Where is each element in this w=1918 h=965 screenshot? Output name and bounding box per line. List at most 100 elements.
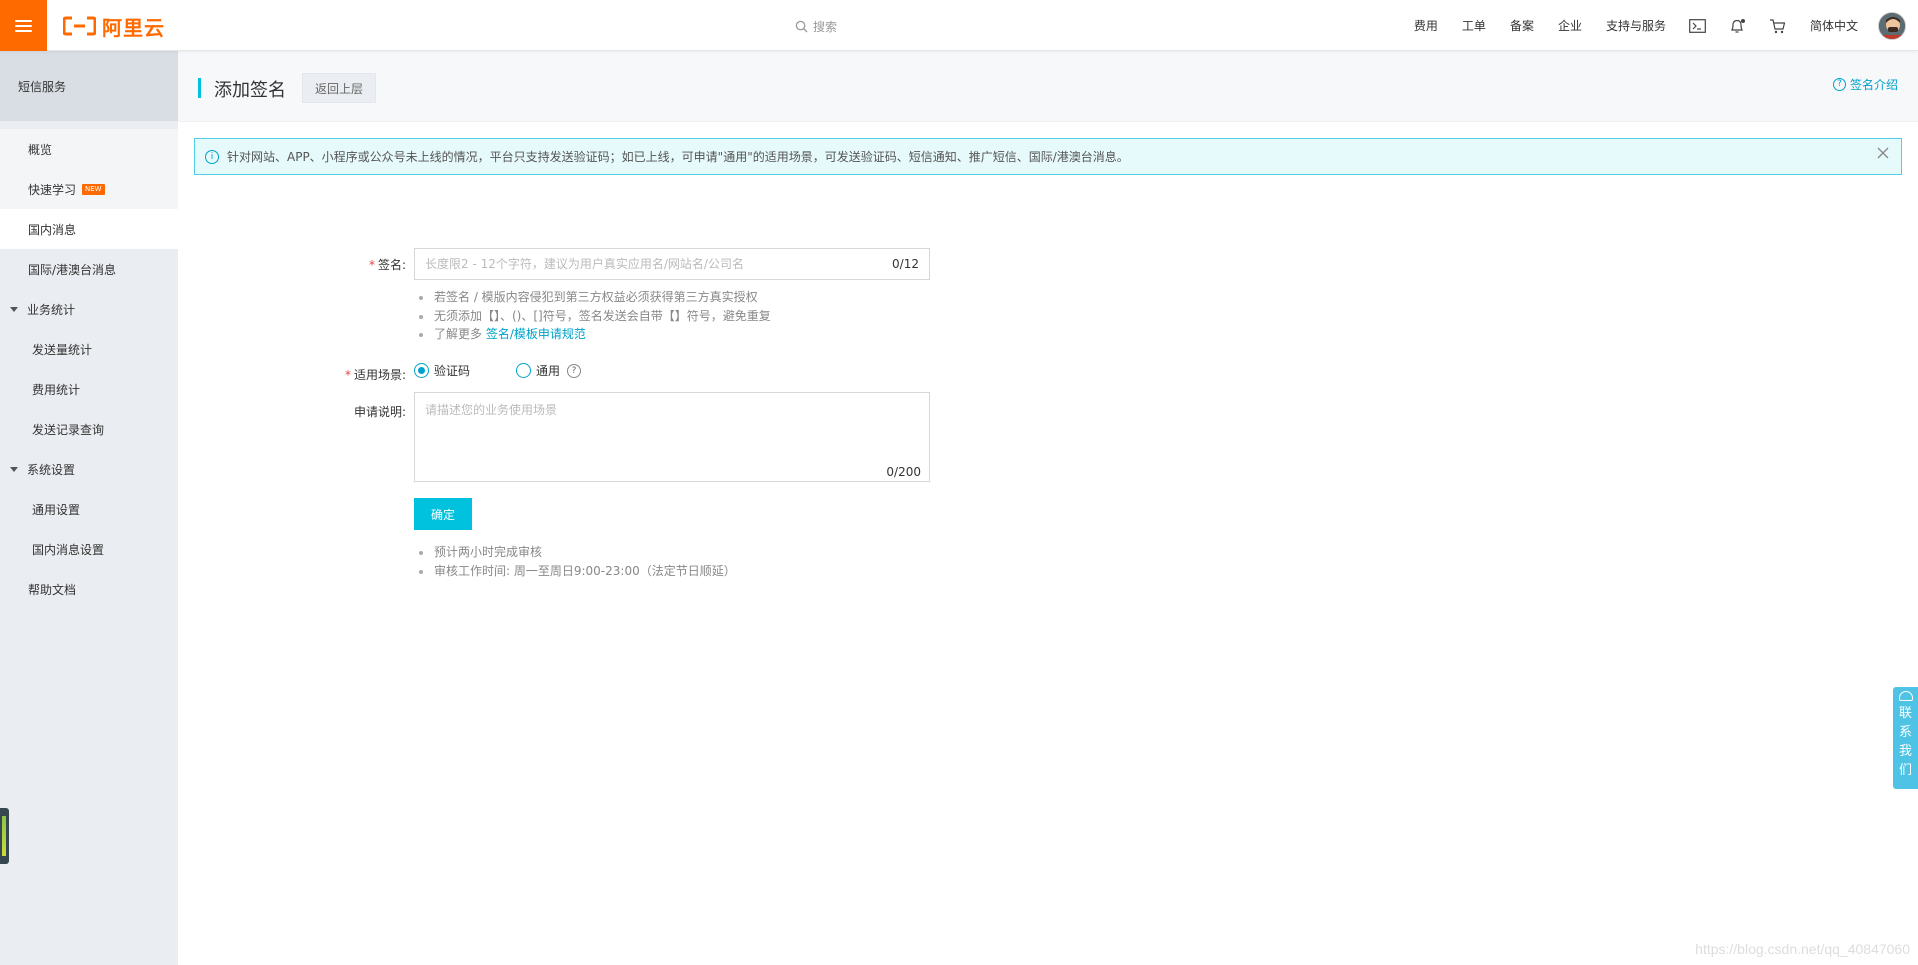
contact-char: 联	[1898, 706, 1912, 721]
radio-label: 通用	[536, 364, 561, 378]
sidebar-item-label: 国内消息	[28, 222, 77, 237]
description-label: 申请说明:	[178, 403, 406, 420]
signature-input[interactable]	[425, 257, 893, 271]
scenario-label-text: 适用场景:	[353, 368, 406, 382]
page-title: 添加签名	[214, 80, 286, 101]
sidebar-item-label: 发送量统计	[32, 342, 93, 357]
back-button[interactable]: 返回上层	[302, 73, 377, 103]
sidebar-item-general-settings[interactable]: 通用设置	[0, 489, 178, 529]
aliyun-logo-icon	[63, 16, 96, 36]
confirm-button[interactable]: 确定	[414, 498, 472, 530]
top-bar: 阿里云 搜索 费用 工单 备案 企业 支持与服务 简体中文	[0, 0, 1918, 51]
info-icon: i	[205, 149, 219, 164]
main-content: 添加签名 返回上层 ? 签名介绍 i 针对网站、APP、小程序或公众号未上线的情…	[178, 51, 1918, 965]
sidebar-item-send-stats[interactable]: 发送量统计	[0, 329, 178, 369]
tip-more-prefix: 了解更多	[434, 327, 483, 341]
sidebar-item-label: 国际/港澳台消息	[28, 262, 117, 277]
caret-down-icon	[10, 466, 18, 472]
signature-counter: 0/12	[892, 257, 919, 271]
new-badge: NEW	[82, 183, 105, 195]
description-label-text: 申请说明:	[353, 405, 406, 419]
terminal-icon[interactable]	[1678, 0, 1718, 51]
notice-text: 针对网站、APP、小程序或公众号未上线的情况，平台只支持发送验证码；如已上线，可…	[227, 150, 1129, 164]
close-icon[interactable]	[1873, 143, 1893, 163]
signature-field: 0/12	[414, 248, 930, 280]
sidebar-item-label: 快速学习	[28, 182, 77, 197]
sidebar-item-label: 费用统计	[32, 382, 81, 397]
bell-icon[interactable]	[1718, 0, 1758, 51]
contact-us-tab[interactable]: 联 系 我 们	[1893, 687, 1918, 789]
sidebar-item-domestic-settings[interactable]: 国内消息设置	[0, 529, 178, 569]
description-textarea[interactable]	[415, 393, 929, 481]
sidebar-item-label: 国内消息设置	[32, 542, 105, 557]
review-tips: 预计两小时完成审核 审核工作时间: 周一至周日9:00-23:00（法定节日顺延…	[414, 543, 736, 580]
radio-verification-code[interactable]: 验证码	[414, 362, 470, 379]
language-switch[interactable]: 简体中文	[1798, 0, 1870, 51]
sidebar-item-overview[interactable]: 概览	[0, 129, 178, 169]
radio-label: 验证码	[434, 364, 471, 378]
sidebar-item-fee-stats[interactable]: 费用统计	[0, 369, 178, 409]
tip-item: 无须添加【】、()、[]符号，签名发送会自带【】符号，避免重复	[414, 307, 771, 326]
search-icon	[795, 20, 808, 33]
logo[interactable]: 阿里云	[63, 14, 165, 40]
signature-tips: 若签名 / 模版内容侵犯到第三方权益必须获得第三方真实授权 无须添加【】、()、…	[414, 288, 771, 344]
sidebar-item-label: 帮助文档	[28, 582, 77, 597]
intro-link-label: 签名介绍	[1849, 78, 1898, 92]
scenario-radio-group: 验证码 通用 ?	[414, 362, 627, 379]
description-field: 0/200	[414, 392, 930, 482]
radio-checked-icon	[414, 363, 429, 378]
page-header: 添加签名 返回上层 ? 签名介绍	[178, 51, 1918, 122]
radio-unchecked-icon	[516, 363, 532, 378]
menu-icon[interactable]	[0, 0, 47, 51]
sidebar-menu: 概览 快速学习 NEW 国内消息 国际/港澳台消息 业务统计 发送量统计 费用统…	[0, 121, 178, 609]
nav-fees[interactable]: 费用	[1402, 0, 1450, 51]
avatar[interactable]	[1878, 11, 1906, 40]
sidebar-item-label: 概览	[28, 142, 53, 157]
required-mark: *	[368, 258, 375, 272]
nav-filing[interactable]: 备案	[1498, 0, 1546, 51]
signature-label-text: 签名:	[377, 258, 406, 272]
title-accent-bar	[198, 78, 201, 98]
logo-text: 阿里云	[102, 15, 165, 40]
search-placeholder: 搜索	[813, 19, 838, 34]
scenario-label: * 适用场景:	[178, 366, 406, 383]
contact-char: 们	[1898, 763, 1912, 778]
description-counter: 0/200	[886, 465, 921, 479]
sidebar-item-help[interactable]: 帮助文档	[0, 569, 178, 609]
sidebar-group-label: 系统设置	[27, 462, 76, 477]
sidebar-item-label: 通用设置	[32, 502, 81, 517]
signature-intro-link[interactable]: ? 签名介绍	[1832, 76, 1898, 93]
search-box[interactable]: 搜索	[795, 16, 837, 36]
signature-label: * 签名:	[178, 256, 406, 273]
tip-item: 若签名 / 模版内容侵犯到第三方权益必须获得第三方真实授权	[414, 288, 771, 307]
sidebar-item-international[interactable]: 国际/港澳台消息	[0, 249, 178, 289]
tip-item: 预计两小时完成审核	[414, 543, 736, 562]
caret-down-icon	[10, 306, 18, 312]
contact-char: 我	[1898, 744, 1912, 759]
sidebar: 短信服务 概览 快速学习 NEW 国内消息 国际/港澳台消息 业务统计 发送量统…	[0, 51, 178, 965]
watermark: https://blog.csdn.net/qq_40847060	[1695, 941, 1910, 957]
contact-char: 系	[1898, 725, 1912, 740]
help-circle-icon: ?	[1832, 78, 1846, 91]
nav-tickets[interactable]: 工单	[1450, 0, 1498, 51]
cart-icon[interactable]	[1758, 0, 1798, 51]
sidebar-item-label: 发送记录查询	[32, 422, 105, 437]
nav-support[interactable]: 支持与服务	[1594, 0, 1678, 51]
sidebar-group-stats[interactable]: 业务统计	[0, 289, 178, 329]
spec-link[interactable]: 签名/模板申请规范	[486, 327, 586, 341]
sidebar-item-domestic[interactable]: 国内消息	[0, 209, 178, 249]
sidebar-item-send-records[interactable]: 发送记录查询	[0, 409, 178, 449]
side-drag-handle[interactable]	[0, 808, 9, 864]
tip-item: 了解更多 签名/模板申请规范	[414, 325, 771, 344]
tip-item: 审核工作时间: 周一至周日9:00-23:00（法定节日顺延）	[414, 562, 736, 581]
radio-general[interactable]: 通用 ?	[516, 362, 582, 379]
sidebar-group-label: 业务统计	[27, 302, 76, 317]
top-nav: 费用 工单 备案 企业 支持与服务 简体中文	[1402, 0, 1918, 51]
required-mark: *	[344, 368, 351, 382]
chat-icon	[1898, 691, 1913, 701]
sidebar-item-quick-learn[interactable]: 快速学习 NEW	[0, 169, 178, 209]
info-notice: i 针对网站、APP、小程序或公众号未上线的情况，平台只支持发送验证码；如已上线…	[194, 138, 1902, 175]
help-circle-icon[interactable]: ?	[567, 363, 582, 378]
nav-enterprise[interactable]: 企业	[1546, 0, 1594, 51]
sidebar-group-settings[interactable]: 系统设置	[0, 449, 178, 489]
